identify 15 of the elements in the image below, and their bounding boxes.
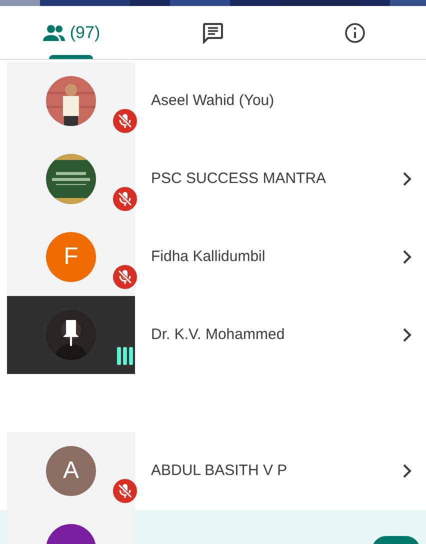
chat-icon bbox=[202, 22, 224, 44]
chevron-right-icon[interactable] bbox=[402, 464, 412, 478]
participant-name: Dr. K.V. Mohammed bbox=[151, 324, 286, 345]
participant-name: Aseel Wahid (You) bbox=[151, 90, 276, 111]
participant-name: ABDUL BASITH V P bbox=[151, 460, 288, 481]
avatar: F bbox=[46, 232, 96, 282]
participant-name: PSC SUCCESS MANTRA bbox=[151, 168, 328, 189]
participant-name: Fidha Kallidumbil bbox=[151, 246, 266, 267]
chevron-right-icon[interactable] bbox=[402, 250, 412, 264]
avatar: A bbox=[46, 446, 96, 496]
chevron-right-icon[interactable] bbox=[402, 172, 412, 186]
people-tab[interactable]: (97) bbox=[0, 6, 142, 59]
chevron-right-icon[interactable] bbox=[402, 328, 412, 342]
people-icon bbox=[42, 24, 66, 42]
info-icon bbox=[344, 22, 366, 44]
